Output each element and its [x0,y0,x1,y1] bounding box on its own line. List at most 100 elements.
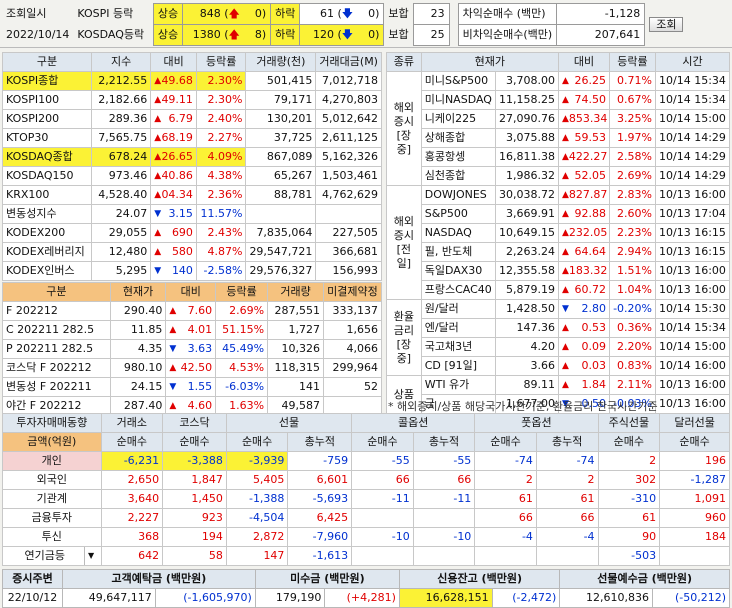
overseas-col-header: 종류 [386,52,422,72]
flow-col-header: 선물 [225,413,353,433]
investor-name-text: 외국인 [36,473,67,486]
index-row[interactable]: KOSDAQ150 973.46 ▲ 40.86 4.38% 65,267 1,503,46… [1,166,382,186]
index-change-value: 3.15 [168,207,193,220]
futures-col-header: 미결제약정 [322,282,383,302]
overseas-row[interactable]: S&P500 3,669.91 ▲ 92.88 2.60% 10/13 17:04 [387,204,731,224]
up-triangle-icon: ▲ [561,247,569,257]
kospi-flat-count: 23 [412,3,450,25]
index-change-value: 580 [171,245,193,258]
index-value: 4,528.40 [91,185,152,205]
investor-name: 외국인 [2,470,102,490]
overseas-row[interactable]: 환율금리[장중] 원/달러 1,428.50 ▼ 2.80 -0.20% 10/14 15:… [386,299,731,376]
index-row[interactable]: KOSPI200 289.36 ▲ 6.79 2.40% 130,201 5,012,642 [1,109,382,129]
investor-row[interactable]: 개인 -6,231 -3,388 -3,939 -759 -55 -55 -74 -74 2 196 [2,451,730,471]
index-rate: 2.43% [195,223,247,243]
futures-name: P 202211 282.5 [2,339,111,359]
overseas-row[interactable]: 심천종합 1,986.32 ▲ 52.05 2.69% 10/14 14:29 [387,166,731,186]
overseas-row[interactable]: 상해종합 3,075.88 ▲ 59.53 1.97% 10/14 14:29 [387,128,731,148]
flow-value: 368 [100,527,164,547]
overseas-row[interactable]: 필, 반도체 2,263.24 ▲ 64.64 2.94% 10/13 16:15 [387,242,731,262]
overseas-row[interactable]: CD [91일] 3.66 ▲ 0.03 0.83% 10/14 16:00 [387,356,731,376]
overseas-rate: 2.20% [609,337,656,357]
index-row[interactable]: KOSPI종합 2,212.55 ▲ 49.68 2.30% 501,415 7,012,7… [1,71,382,91]
futures-price: 980.10 [109,358,167,378]
futures-row[interactable]: F 202212 290.40 ▲ 7.60 2.69% 287,551 333,137 [2,301,383,321]
overseas-row[interactable]: NASDAQ 10,649.15 ▲ 232.05 2.23% 10/13 16:15 [387,223,731,243]
overseas-row[interactable]: 프랑스CAC40 5,879.19 ▲ 60.72 1.04% 10/13 16:00 [387,280,731,300]
futures-col-header: 등락률 [215,282,269,302]
futures-change: ▲ 7.60 [165,301,217,321]
up-arrow-icon: 🡅 [228,28,240,41]
investor-row[interactable]: 기관계 3,640 1,450 -1,388 -5,693 -11 -11 61 61 -310 1… [2,489,730,509]
overseas-market-panel: 종류 현재가 대비 등락률 시간 해외증시[장중] 미니S&P500 3,708.00 ▲ 26… [386,52,731,414]
flow-value: -1,287 [659,470,730,490]
investor-row[interactable]: 금융투자 2,227 923 -4,504 6,425 66 66 61 960 [2,508,730,528]
overseas-change: ▲ 0.09 [557,337,611,357]
overseas-price: 3,708.00 [494,71,559,91]
index-name: KODEX인버스 [1,261,93,281]
flow-value: -4,504 [225,508,289,528]
futures-name: 코스닥 F 202212 [2,358,111,378]
futures-col-header: 거래량 [267,282,324,302]
index-row[interactable]: KRX100 4,528.40 ▲ 04.34 2.36% 88,781 4,762,629 [1,185,382,205]
index-value: 7,565.75 [91,128,152,148]
overseas-row[interactable]: 국고채3년 4.20 ▲ 0.09 2.20% 10/14 15:00 [387,337,731,357]
index-change-value: 68.19 [161,131,193,144]
overseas-change-value: 232.05 [568,226,608,239]
futures-change: ▼ 3.63 [165,339,217,359]
overseas-rate: 2.60% [609,204,656,224]
query-button[interactable]: 조회 [649,16,684,32]
futures-row[interactable]: C 202211 282.5 11.85 ▲ 4.01 51.15% 1,727 1,656 [2,320,383,340]
flow-value [659,546,730,566]
futures-row[interactable]: 코스닥 F 202212 980.10 ▲ 42.50 4.53% 118,315 299,… [2,358,383,378]
flow-subcol-header: 총누적 [535,432,599,452]
index-name: KODEX레버리지 [1,242,93,262]
overseas-change-value: 1.84 [581,378,607,391]
futures-price: 11.85 [109,320,167,340]
index-row[interactable]: KODEX인버스 5,295 ▼ 140 -2.58% 29,576,327 156,993 [1,261,382,281]
overseas-change: ▲ 92.88 [557,204,611,224]
index-row[interactable]: KTOP30 7,565.75 ▲ 68.19 2.27% 37,725 2,611,125 [1,128,382,148]
index-row[interactable]: KODEX레버리지 12,480 ▲ 580 4.87% 29,547,721 366,68… [1,242,382,262]
investor-row[interactable]: 연기금등 ▼ 642 58 147 -1,613 -503 [2,546,730,566]
flow-value: -11 [412,489,476,509]
flow-value: -7,960 [287,527,353,547]
flow-value: 2,227 [100,508,164,528]
flow-col-header: 주식선물 [597,413,661,433]
overseas-col-header: 등락률 [609,52,656,72]
overseas-row[interactable]: 독일DAX30 12,355.58 ▲ 183.32 1.51% 10/13 16:00 [387,261,731,281]
overseas-name: NASDAQ [420,223,496,243]
index-rate: 4.09% [195,147,247,167]
index-change: ▲ 68.19 [150,128,197,148]
flow-value: -310 [597,489,661,509]
investor-dropdown-icon[interactable]: ▼ [83,547,98,565]
futures-row[interactable]: 변동성 F 202211 24.15 ▼ 1.55 -6.03% 141 52 [2,377,383,397]
index-row[interactable]: 변동성지수 24.07 ▼ 3.15 11.57% [1,204,382,224]
overseas-time: 10/13 16:15 [654,242,731,262]
investor-row[interactable]: 외국인 2,650 1,847 5,405 6,601 66 66 2 2 302 -1,287 [2,470,730,490]
overseas-change-value: 2.80 [581,302,607,315]
flow-col-header: 달러선물 [659,413,730,433]
kospi-adv-label: KOSPI 등락 [77,7,134,20]
overseas-row[interactable]: 홍콩항셍 16,811.38 ▲ 422.27 2.58% 10/14 14:29 [387,147,731,167]
flow-subcol-header: 순매수 [597,432,661,452]
overseas-row[interactable]: 해외증시[장중] 미니S&P500 3,708.00 ▲ 26.25 0.71% 10/14… [386,71,731,186]
index-volume [245,204,317,224]
up-triangle-icon: ▲ [169,306,177,316]
overseas-change-value: 853.34 [568,112,608,125]
flow-value: 58 [162,546,227,566]
index-row[interactable]: KOSPI100 2,182.66 ▲ 49.11 2.30% 79,171 4,270,8… [1,90,382,110]
overseas-row[interactable]: 해외증시[전일] DOWJONES 30,038.72 ▲ 827.87 2.83% 10/… [386,185,731,300]
futures-row[interactable]: P 202211 282.5 4.35 ▼ 3.63 45.49% 10,326 4,066 [2,339,383,359]
flow-value: 923 [162,508,227,528]
overseas-time: 10/14 15:34 [654,90,731,110]
index-row[interactable]: KODEX200 29,055 ▲ 690 2.43% 7,835,064 227,505 [1,223,382,243]
overseas-time: 10/13 16:15 [654,223,731,243]
overseas-row[interactable]: 엔/달러 147.36 ▲ 0.53 0.36% 10/14 15:34 [387,318,731,338]
overseas-row[interactable]: 미니NASDAQ 11,158.25 ▲ 74.50 0.67% 10/14 15:34 [387,90,731,110]
overseas-row[interactable]: 니케이225 27,090.76 ▲ 853.34 3.25% 10/14 15:00 [387,109,731,129]
overseas-row[interactable]: 상품 WTI 유가 89.11 ▲ 1.84 2.11% 10/13 16:00 [386,375,731,414]
index-row[interactable]: KOSDAQ종합 678.24 ▲ 26.65 4.09% 867,089 5,162,32… [1,147,382,167]
investor-row[interactable]: 투신 368 194 2,872 -7,960 -10 -10 -4 -4 90 184 [2,527,730,547]
futures-open-interest: 333,137 [322,301,383,321]
